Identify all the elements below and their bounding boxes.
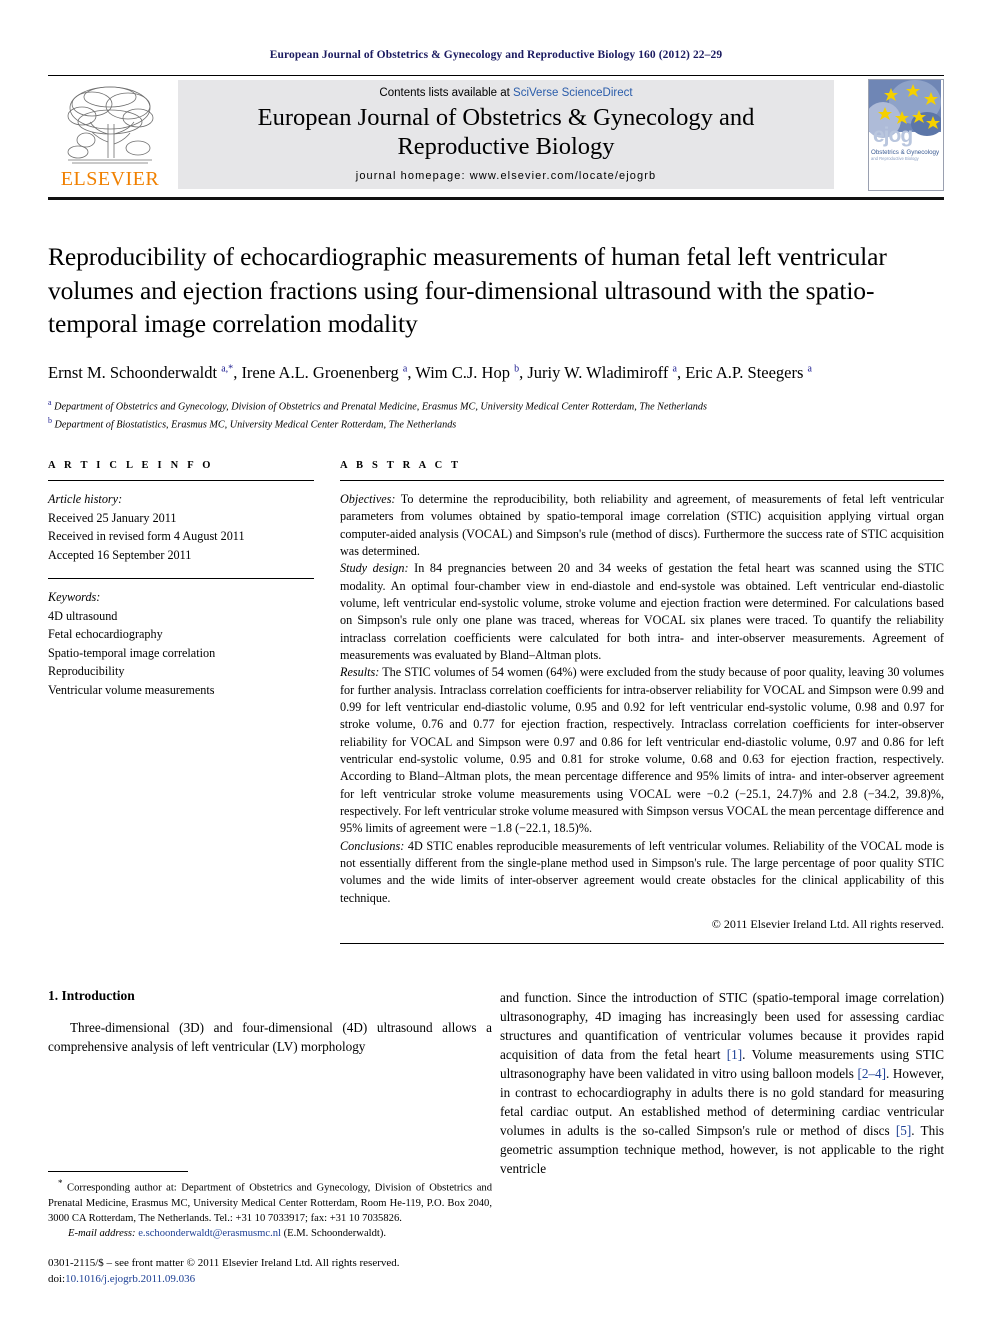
abstract-bottom-rule [340, 942, 944, 944]
cover-badge-text: ejog [873, 124, 912, 147]
abstract-column: A B S T R A C T Objectives: To determine… [340, 460, 944, 944]
introduction-right-text: and function. Since the introduction of … [500, 988, 944, 1178]
paragraph: and function. Since the introduction of … [500, 988, 944, 1178]
affiliation-marker-b: b [48, 415, 52, 425]
article-history-block: Article history: Received 25 January 201… [48, 490, 314, 564]
introduction-left-text: Three-dimensional (3D) and four-dimensio… [48, 1018, 492, 1056]
keywords-rule [48, 578, 314, 580]
doi-label: doi: [48, 1273, 66, 1285]
email-note: E-mail address: e.schoonderwaldt@erasmus… [48, 1226, 492, 1241]
article-history-label: Article history: [48, 492, 123, 507]
article-info-heading: A R T I C L E I N F O [48, 460, 214, 472]
revised-date: Received in revised form 4 August 2011 [48, 529, 245, 544]
affiliation-marker-a: a [48, 397, 52, 407]
abstract-body: Objectives: To determine the reproducibi… [340, 491, 944, 907]
accepted-date: Accepted 16 September 2011 [48, 547, 192, 562]
abstract-results-text: The STIC volumes of 54 women (64%) were … [340, 665, 944, 836]
citation-ref-2[interactable]: [2–4] [857, 1066, 886, 1081]
keywords-label: Keywords: [48, 590, 101, 605]
abstract-objectives-label: Objectives: [340, 492, 396, 507]
journal-title: European Journal of Obstetrics & Gynecol… [258, 104, 755, 162]
elsevier-tree-icon [64, 82, 156, 168]
elsevier-logo: ELSEVIER [48, 76, 172, 195]
journal-banner: Contents lists available at SciVerse Sci… [178, 80, 834, 189]
journal-masthead: ELSEVIER Contents lists available at Sci… [48, 75, 944, 195]
affiliation-b: b Department of Biostatistics, Erasmus M… [48, 415, 944, 433]
abstract-copyright: © 2011 Elsevier Ireland Ltd. All rights … [711, 916, 944, 931]
cover-subtitle-1: Obstetrics & Gynecology [871, 149, 940, 156]
keyword-item: Reproducibility [48, 664, 125, 679]
email-suffix: (E.M. Schoonderwaldt). [280, 1228, 387, 1240]
keyword-item: 4D ultrasound [48, 608, 118, 623]
masthead-bottom-rule [48, 197, 944, 200]
abstract-conclusions-text: 4D STIC enables reproducible measurement… [340, 838, 944, 905]
abstract-heading: A B S T R A C T [340, 460, 462, 472]
contents-list-line: Contents lists available at SciVerse Sci… [379, 87, 632, 99]
doi-link[interactable]: 10.1016/j.ejogrb.2011.09.036 [65, 1273, 195, 1285]
abstract-conclusions-label: Conclusions: [340, 838, 405, 853]
contents-prefix: Contents lists available at [379, 87, 514, 100]
abstract-objectives-text: To determine the reproducibility, both r… [340, 492, 944, 559]
keyword-item: Ventricular volume measurements [48, 682, 215, 697]
article-info-rule [48, 480, 314, 482]
elsevier-wordmark: ELSEVIER [60, 168, 160, 190]
footnote-region: * Corresponding author at: Department of… [48, 1171, 492, 1288]
body-right-column: and function. Since the introduction of … [500, 988, 944, 1178]
footnote-rule [48, 1171, 188, 1173]
received-date: Received 25 January 2011 [48, 510, 177, 525]
body-left-column: 1. Introduction Three-dimensional (3D) a… [48, 988, 492, 1288]
abstract-results: Results: The STIC volumes of 54 women (6… [340, 664, 944, 837]
journal-title-line-2: Reproductive Biology [397, 133, 615, 160]
introduction-heading: 1. Introduction [48, 987, 135, 1003]
abstract-study-design-label: Study design: [340, 561, 409, 576]
keywords-block: Keywords: 4D ultrasound Fetal echocardio… [48, 588, 314, 699]
cover-subtitle-2: and Reproductive Biology [871, 156, 920, 161]
keyword-item: Spatio-temporal image correlation [48, 645, 216, 660]
article-info-column: A R T I C L E I N F O Article history: R… [48, 460, 314, 699]
citation-ref-3[interactable]: [5] [896, 1123, 911, 1138]
abstract-conclusions: Conclusions: 4D STIC enables reproducibl… [340, 838, 944, 907]
affiliation-a-text: Department of Obstetrics and Gynecology,… [54, 401, 707, 413]
front-matter-line: 0301-2115/$ – see front matter © 2011 El… [48, 1257, 400, 1270]
journal-cover-container: ejog Obstetrics & Gynecology and Reprodu… [840, 76, 944, 195]
front-matter-block: 0301-2115/$ – see front matter © 2011 El… [48, 1256, 492, 1288]
corresponding-author-note: * Corresponding author at: Department of… [48, 1177, 492, 1226]
page-title: Reproducibility of echocardiographic mea… [48, 242, 887, 339]
doi-line: doi:10.1016/j.ejogrb.2011.09.036 [48, 1272, 492, 1288]
affiliation-b-text: Department of Biostatistics, Erasmus MC,… [54, 419, 457, 431]
journal-homepage-link[interactable]: journal homepage: www.elsevier.com/locat… [356, 170, 656, 182]
abstract-study-design: Study design: In 84 pregnancies between … [340, 560, 944, 664]
sciencedirect-link[interactable]: SciVerse ScienceDirect [513, 87, 633, 99]
email-label: E-mail address: [68, 1228, 136, 1240]
journal-title-line-1: European Journal of Obstetrics & Gynecol… [257, 104, 755, 132]
corresponding-author-text: Corresponding author at: Department of O… [48, 1182, 492, 1224]
footnote-text: * Corresponding author at: Department of… [48, 1177, 492, 1241]
cover-artwork-icon: ejog Obstetrics & Gynecology and Reprodu… [869, 80, 943, 188]
keyword-item: Fetal echocardiography [48, 627, 163, 642]
journal-cover-thumbnail: ejog Obstetrics & Gynecology and Reprodu… [868, 79, 944, 191]
citation-ref-1[interactable]: [1] [727, 1047, 742, 1062]
email-link[interactable]: e.schoonderwaldt@erasmusmc.nl [138, 1228, 281, 1239]
author-list: Ernst M. Schoonderwaldt a,*, Irene A.L. … [48, 362, 812, 382]
abstract-rule [340, 480, 944, 482]
abstract-results-label: Results: [340, 665, 380, 680]
article-page: European Journal of Obstetrics & Gynecol… [0, 0, 992, 1323]
abstract-objectives: Objectives: To determine the reproducibi… [340, 491, 944, 560]
affiliation-a: a Department of Obstetrics and Gynecolog… [48, 397, 944, 415]
info-abstract-region: A R T I C L E I N F O Article history: R… [48, 460, 944, 944]
paragraph: Three-dimensional (3D) and four-dimensio… [48, 1019, 492, 1054]
abstract-study-design-text: In 84 pregnancies between 20 and 34 week… [340, 561, 944, 663]
affiliations: a Department of Obstetrics and Gynecolog… [48, 397, 944, 433]
body-columns: 1. Introduction Three-dimensional (3D) a… [48, 988, 944, 1288]
running-head: European Journal of Obstetrics & Gynecol… [269, 49, 723, 61]
